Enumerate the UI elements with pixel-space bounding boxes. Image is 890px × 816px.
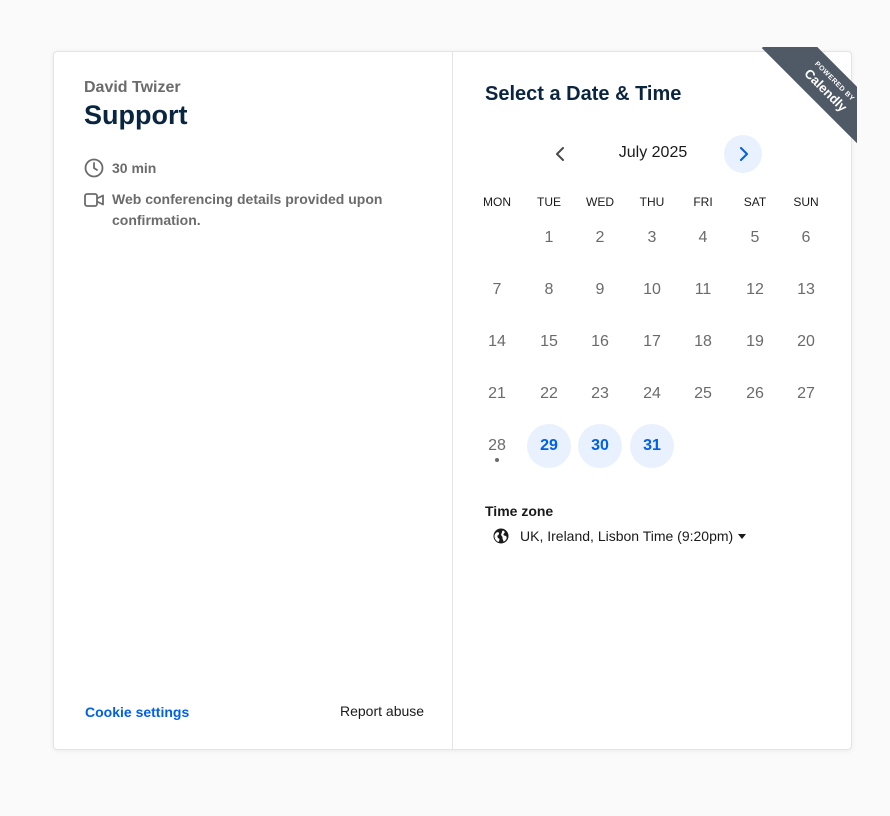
calendar-day: 1 [544,229,554,246]
calendar-day: 8 [544,281,554,298]
duration-text: 30 min [112,160,157,176]
calendar-day-available[interactable]: 30 [578,424,622,468]
calendar-day: 24 [643,385,661,402]
calendar-day: 27 [797,385,815,402]
weekday-label: FRI [693,195,713,209]
calendar-day: 28 [475,424,519,468]
calendar-day: 21 [488,385,506,402]
event-duration: 30 min [84,158,156,179]
calendar-day: 16 [591,333,609,350]
calendar-day-available[interactable]: 29 [527,424,571,468]
calendar-day: 17 [643,333,661,350]
calendar-day-available[interactable]: 31 [630,424,674,468]
caret-down-icon [738,533,747,539]
timezone-label: Time zone [485,503,554,519]
calendar-day: 7 [492,281,502,298]
weekday-label: SAT [743,195,767,209]
calendar-day: 15 [540,333,558,350]
event-details-panel: David Twizer Support 30 min Web conferen… [54,52,453,749]
host-name: David Twizer [84,79,181,96]
calendar-day: 3 [647,229,657,246]
powered-by-badge[interactable]: POWERED BY Calendly [752,47,857,152]
calendar-day: 23 [591,385,609,402]
calendar-day: 6 [801,229,811,246]
calendar-day: 10 [643,281,661,298]
timezone-value: UK, Ireland, Lisbon Time (9:20pm) [520,528,734,544]
weekday-header: MON TUE WED THU FRI SAT SUN [471,195,841,211]
event-location: Web conferencing details provided upon c… [84,189,392,231]
video-camera-icon [84,190,104,210]
chevron-left-icon [555,147,567,161]
weekday-label: MON [483,195,511,209]
timezone-select[interactable]: UK, Ireland, Lisbon Time (9:20pm) [493,528,747,544]
previous-month-button[interactable] [542,135,580,173]
scheduler-title: Select a Date & Time [485,83,682,105]
report-abuse-link[interactable]: Report abuse [340,703,424,719]
clock-icon [84,158,104,178]
weekday-label: SUN [793,195,819,209]
calendar-day: 20 [797,333,815,350]
event-title: Support [84,100,188,130]
booking-card: David Twizer Support 30 min Web conferen… [53,47,857,750]
weekday-label: THU [639,195,665,209]
calendar-day: 22 [540,385,558,402]
calendar-day: 9 [595,281,605,298]
calendar-day: 2 [595,229,605,246]
calendar-day: 26 [746,385,764,402]
calendar-day: 14 [488,333,506,350]
calendar-day: 19 [746,333,764,350]
cookie-settings-link[interactable]: Cookie settings [85,704,189,720]
calendar-day: 11 [694,281,712,298]
location-text: Web conferencing details provided upon c… [112,191,383,228]
weekday-label: WED [586,195,614,209]
globe-icon [493,528,509,544]
chevron-right-icon [737,147,749,161]
calendar-day: 12 [746,281,764,298]
calendar-day: 4 [698,229,708,246]
calendly-ribbon: POWERED BY Calendly [761,47,857,152]
calendar-day: 5 [750,229,760,246]
scheduler-panel: Select a Date & Time July 2025 MON TUE W… [453,52,851,749]
calendar-day: 13 [797,281,815,298]
weekday-label: TUE [537,195,561,209]
calendar-day: 25 [694,385,712,402]
month-label: July 2025 [618,144,688,161]
calendar-day: 18 [694,333,712,350]
